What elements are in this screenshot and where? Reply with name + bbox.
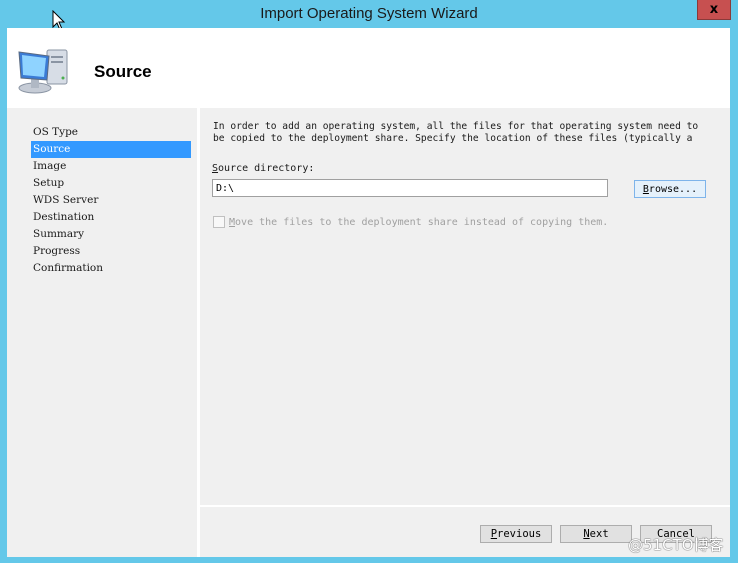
label-text: ext [589,528,609,540]
intro-line-2: be copied to the deployment share. Speci… [213,133,693,144]
move-files-option: Move the files to the deployment share i… [213,216,608,228]
source-directory-label: Source directory: [212,163,314,174]
watermark: @51CTO博客 [628,536,724,554]
content-panel: In order to add an operating system, all… [200,108,730,505]
nav-step-confirmation[interactable]: Confirmation [31,260,191,277]
next-button[interactable]: Next [560,525,632,543]
nav-step-setup[interactable]: Setup [31,175,191,192]
window-title: Import Operating System Wizard [260,5,478,22]
label-text: ove the files to the deployment share in… [235,216,609,228]
close-icon: x [709,2,719,17]
label-text: ource directory: [218,163,315,174]
wizard-header: Source [7,28,730,108]
nav-step-image[interactable]: Image [31,158,191,175]
label-text: rowse... [648,184,698,195]
source-directory-input[interactable]: D:\ [212,179,608,197]
nav-step-progress[interactable]: Progress [31,243,191,260]
nav-step-os-type[interactable]: OS Type [31,124,191,141]
nav-step-source[interactable]: Source [31,141,191,158]
nav-step-summary[interactable]: Summary [31,226,191,243]
intro-line-1: In order to add an operating system, all… [213,121,699,132]
title-bar: Import Operating System Wizard x [0,0,738,28]
move-files-checkbox[interactable] [213,216,225,228]
move-files-label: Move the files to the deployment share i… [229,217,608,228]
close-button[interactable]: x [697,0,731,20]
intro-text: In order to add an operating system, all… [213,121,733,145]
previous-button[interactable]: Previous [480,525,552,543]
nav-step-destination[interactable]: Destination [31,209,191,226]
label-text: revious [497,528,542,540]
browse-button[interactable]: Browse... [634,180,706,198]
page-title: Source [94,62,152,81]
computer-icon [18,49,68,94]
nav-step-wds-server[interactable]: WDS Server [31,192,191,209]
wizard-steps-nav: OS Type Source Image Setup WDS Server Destina… [7,108,197,557]
wizard-client: Source OS Type Source Image Setup WDS Server… [7,28,730,557]
